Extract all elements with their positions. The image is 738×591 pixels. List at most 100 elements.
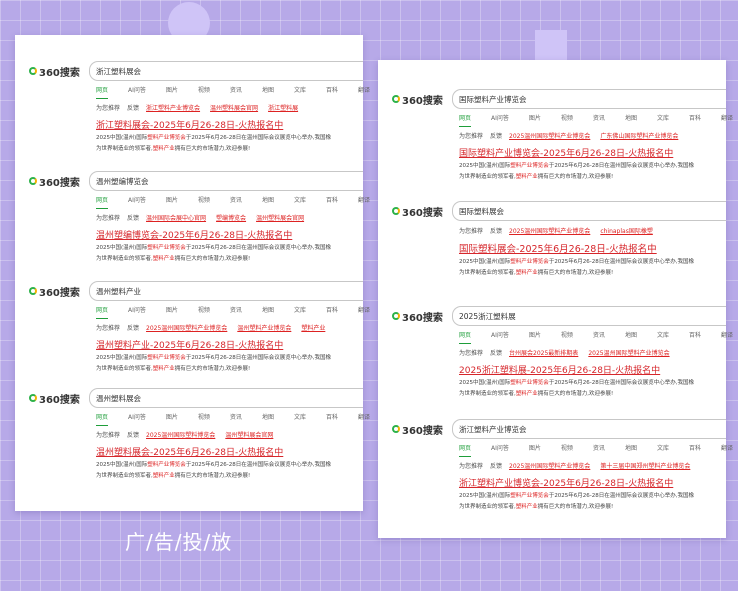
recommend-link[interactable]: 2025温州国际塑料产业博览会 (509, 131, 590, 141)
tab-0[interactable]: 网页 (459, 113, 472, 127)
recommend-link[interactable]: 温州塑料展会官网 (210, 103, 258, 113)
logo-360[interactable]: 360搜索 (392, 309, 452, 324)
tab-7[interactable]: 百科 (326, 305, 338, 319)
search-input[interactable]: 温州塑料展会 (89, 388, 363, 408)
result-title-link[interactable]: 温州塑料展会-2025年6月26-28日-火热报名中 (96, 445, 363, 458)
tab-3[interactable]: 视频 (198, 305, 210, 319)
logo-360[interactable]: 360搜索 (29, 391, 89, 406)
tab-8[interactable]: 翻译 (358, 85, 370, 99)
tab-4[interactable]: 资讯 (593, 443, 605, 457)
tab-1[interactable]: AI问答 (128, 85, 146, 99)
recommend-link[interactable]: 塑料产业 (301, 323, 325, 333)
recommend-link[interactable]: 温州塑料展会官网 (256, 213, 304, 223)
recommend-link[interactable]: 台州展会2025最新排期表 (509, 348, 578, 358)
tab-3[interactable]: 视频 (198, 412, 210, 426)
tab-3[interactable]: 视频 (561, 330, 573, 344)
recommend-link[interactable]: 2025温州国际塑料产业博览会 (509, 461, 590, 471)
recommend-link[interactable]: 浙江塑料产业博览会 (146, 103, 200, 113)
tab-7[interactable]: 百科 (326, 195, 338, 209)
feedback-link[interactable]: 反馈 (490, 226, 502, 236)
tab-7[interactable]: 百科 (326, 412, 338, 426)
tab-7[interactable]: 百科 (689, 113, 701, 127)
tab-4[interactable]: 资讯 (230, 305, 242, 319)
feedback-link[interactable]: 反馈 (127, 430, 139, 440)
result-title-link[interactable]: 2025浙江塑料展-2025年6月26-28日-火热报名中 (459, 363, 726, 376)
tab-7[interactable]: 百科 (689, 443, 701, 457)
logo-360[interactable]: 360搜索 (29, 64, 89, 79)
result-title-link[interactable]: 温州塑料产业-2025年6月26-28日-火热报名中 (96, 338, 363, 351)
tab-1[interactable]: AI问答 (491, 330, 509, 344)
tab-4[interactable]: 资讯 (230, 195, 242, 209)
tab-3[interactable]: 视频 (198, 195, 210, 209)
feedback-link[interactable]: 反馈 (490, 461, 502, 471)
result-title-link[interactable]: 国际塑料产业博览会-2025年6月26-28日-火热报名中 (459, 146, 726, 159)
result-title-link[interactable]: 浙江塑料产业博览会-2025年6月26-28日-火热报名中 (459, 476, 726, 489)
tab-8[interactable]: 翻译 (358, 195, 370, 209)
tab-1[interactable]: AI问答 (128, 305, 146, 319)
search-input[interactable]: 浙江塑料产业博览会 (452, 419, 726, 439)
recommend-link[interactable]: 塑编博览会 (216, 213, 246, 223)
recommend-link[interactable]: 2025温州国际塑料产业博览会 (588, 348, 669, 358)
tab-2[interactable]: 图片 (166, 412, 178, 426)
recommend-link[interactable]: 温州国际会展中心官网 (146, 213, 206, 223)
tab-2[interactable]: 图片 (166, 305, 178, 319)
tab-2[interactable]: 图片 (529, 443, 541, 457)
tab-6[interactable]: 文库 (657, 113, 669, 127)
tab-1[interactable]: AI问答 (491, 443, 509, 457)
search-input[interactable]: 浙江塑料展会 (89, 61, 363, 81)
tab-0[interactable]: 网页 (459, 330, 472, 344)
tab-5[interactable]: 地图 (262, 412, 274, 426)
tab-6[interactable]: 文库 (657, 443, 669, 457)
recommend-link[interactable]: 浙江塑料展 (268, 103, 298, 113)
tab-4[interactable]: 资讯 (593, 330, 605, 344)
search-input[interactable]: 国际塑料产业博览会 (452, 89, 726, 109)
tab-5[interactable]: 地图 (262, 195, 274, 209)
tab-6[interactable]: 文库 (657, 330, 669, 344)
feedback-link[interactable]: 反馈 (490, 131, 502, 141)
tab-6[interactable]: 文库 (294, 305, 306, 319)
tab-5[interactable]: 地图 (625, 330, 637, 344)
feedback-link[interactable]: 反馈 (490, 348, 502, 358)
recommend-link[interactable]: 温州塑料产业博览会 (237, 323, 291, 333)
tab-3[interactable]: 视频 (198, 85, 210, 99)
tab-0[interactable]: 网页 (96, 412, 109, 426)
tab-7[interactable]: 百科 (689, 330, 701, 344)
logo-360[interactable]: 360搜索 (392, 422, 452, 437)
recommend-link[interactable]: 2025温州国际塑料产业博览会 (509, 226, 590, 236)
tab-8[interactable]: 翻译 (721, 113, 733, 127)
tab-7[interactable]: 百科 (326, 85, 338, 99)
tab-0[interactable]: 网页 (96, 305, 109, 319)
tab-0[interactable]: 网页 (459, 443, 472, 457)
tab-5[interactable]: 地图 (262, 85, 274, 99)
logo-360[interactable]: 360搜索 (29, 174, 89, 189)
feedback-link[interactable]: 反馈 (127, 213, 139, 223)
search-input[interactable]: 2025浙江塑料展 (452, 306, 726, 326)
recommend-link[interactable]: chinaplas国际橡塑 (600, 226, 653, 236)
tab-8[interactable]: 翻译 (358, 412, 370, 426)
tab-5[interactable]: 地图 (625, 443, 637, 457)
tab-8[interactable]: 翻译 (721, 443, 733, 457)
recommend-link[interactable]: 2025温州国际塑料博览会 (146, 430, 215, 440)
search-input[interactable]: 国际塑料展会 (452, 201, 726, 221)
logo-360[interactable]: 360搜索 (392, 204, 452, 219)
tab-1[interactable]: AI问答 (128, 412, 146, 426)
tab-4[interactable]: 资讯 (230, 412, 242, 426)
tab-2[interactable]: 图片 (529, 330, 541, 344)
result-title-link[interactable]: 浙江塑料展会-2025年6月26-28日-火热报名中 (96, 118, 363, 131)
tab-1[interactable]: AI问答 (128, 195, 146, 209)
tab-6[interactable]: 文库 (294, 195, 306, 209)
tab-3[interactable]: 视频 (561, 113, 573, 127)
tab-4[interactable]: 资讯 (230, 85, 242, 99)
tab-3[interactable]: 视频 (561, 443, 573, 457)
recommend-link[interactable]: 第十三届中国郑州塑料产业博览会 (600, 461, 690, 471)
feedback-link[interactable]: 反馈 (127, 323, 139, 333)
feedback-link[interactable]: 反馈 (127, 103, 139, 113)
tab-4[interactable]: 资讯 (593, 113, 605, 127)
tab-8[interactable]: 翻译 (358, 305, 370, 319)
logo-360[interactable]: 360搜索 (29, 284, 89, 299)
result-title-link[interactable]: 国际塑料展会-2025年6月26-28日-火热报名中 (459, 241, 726, 255)
tab-2[interactable]: 图片 (166, 195, 178, 209)
tab-6[interactable]: 文库 (294, 412, 306, 426)
recommend-link[interactable]: 温州塑料展会官网 (225, 430, 273, 440)
tab-8[interactable]: 翻译 (721, 330, 733, 344)
